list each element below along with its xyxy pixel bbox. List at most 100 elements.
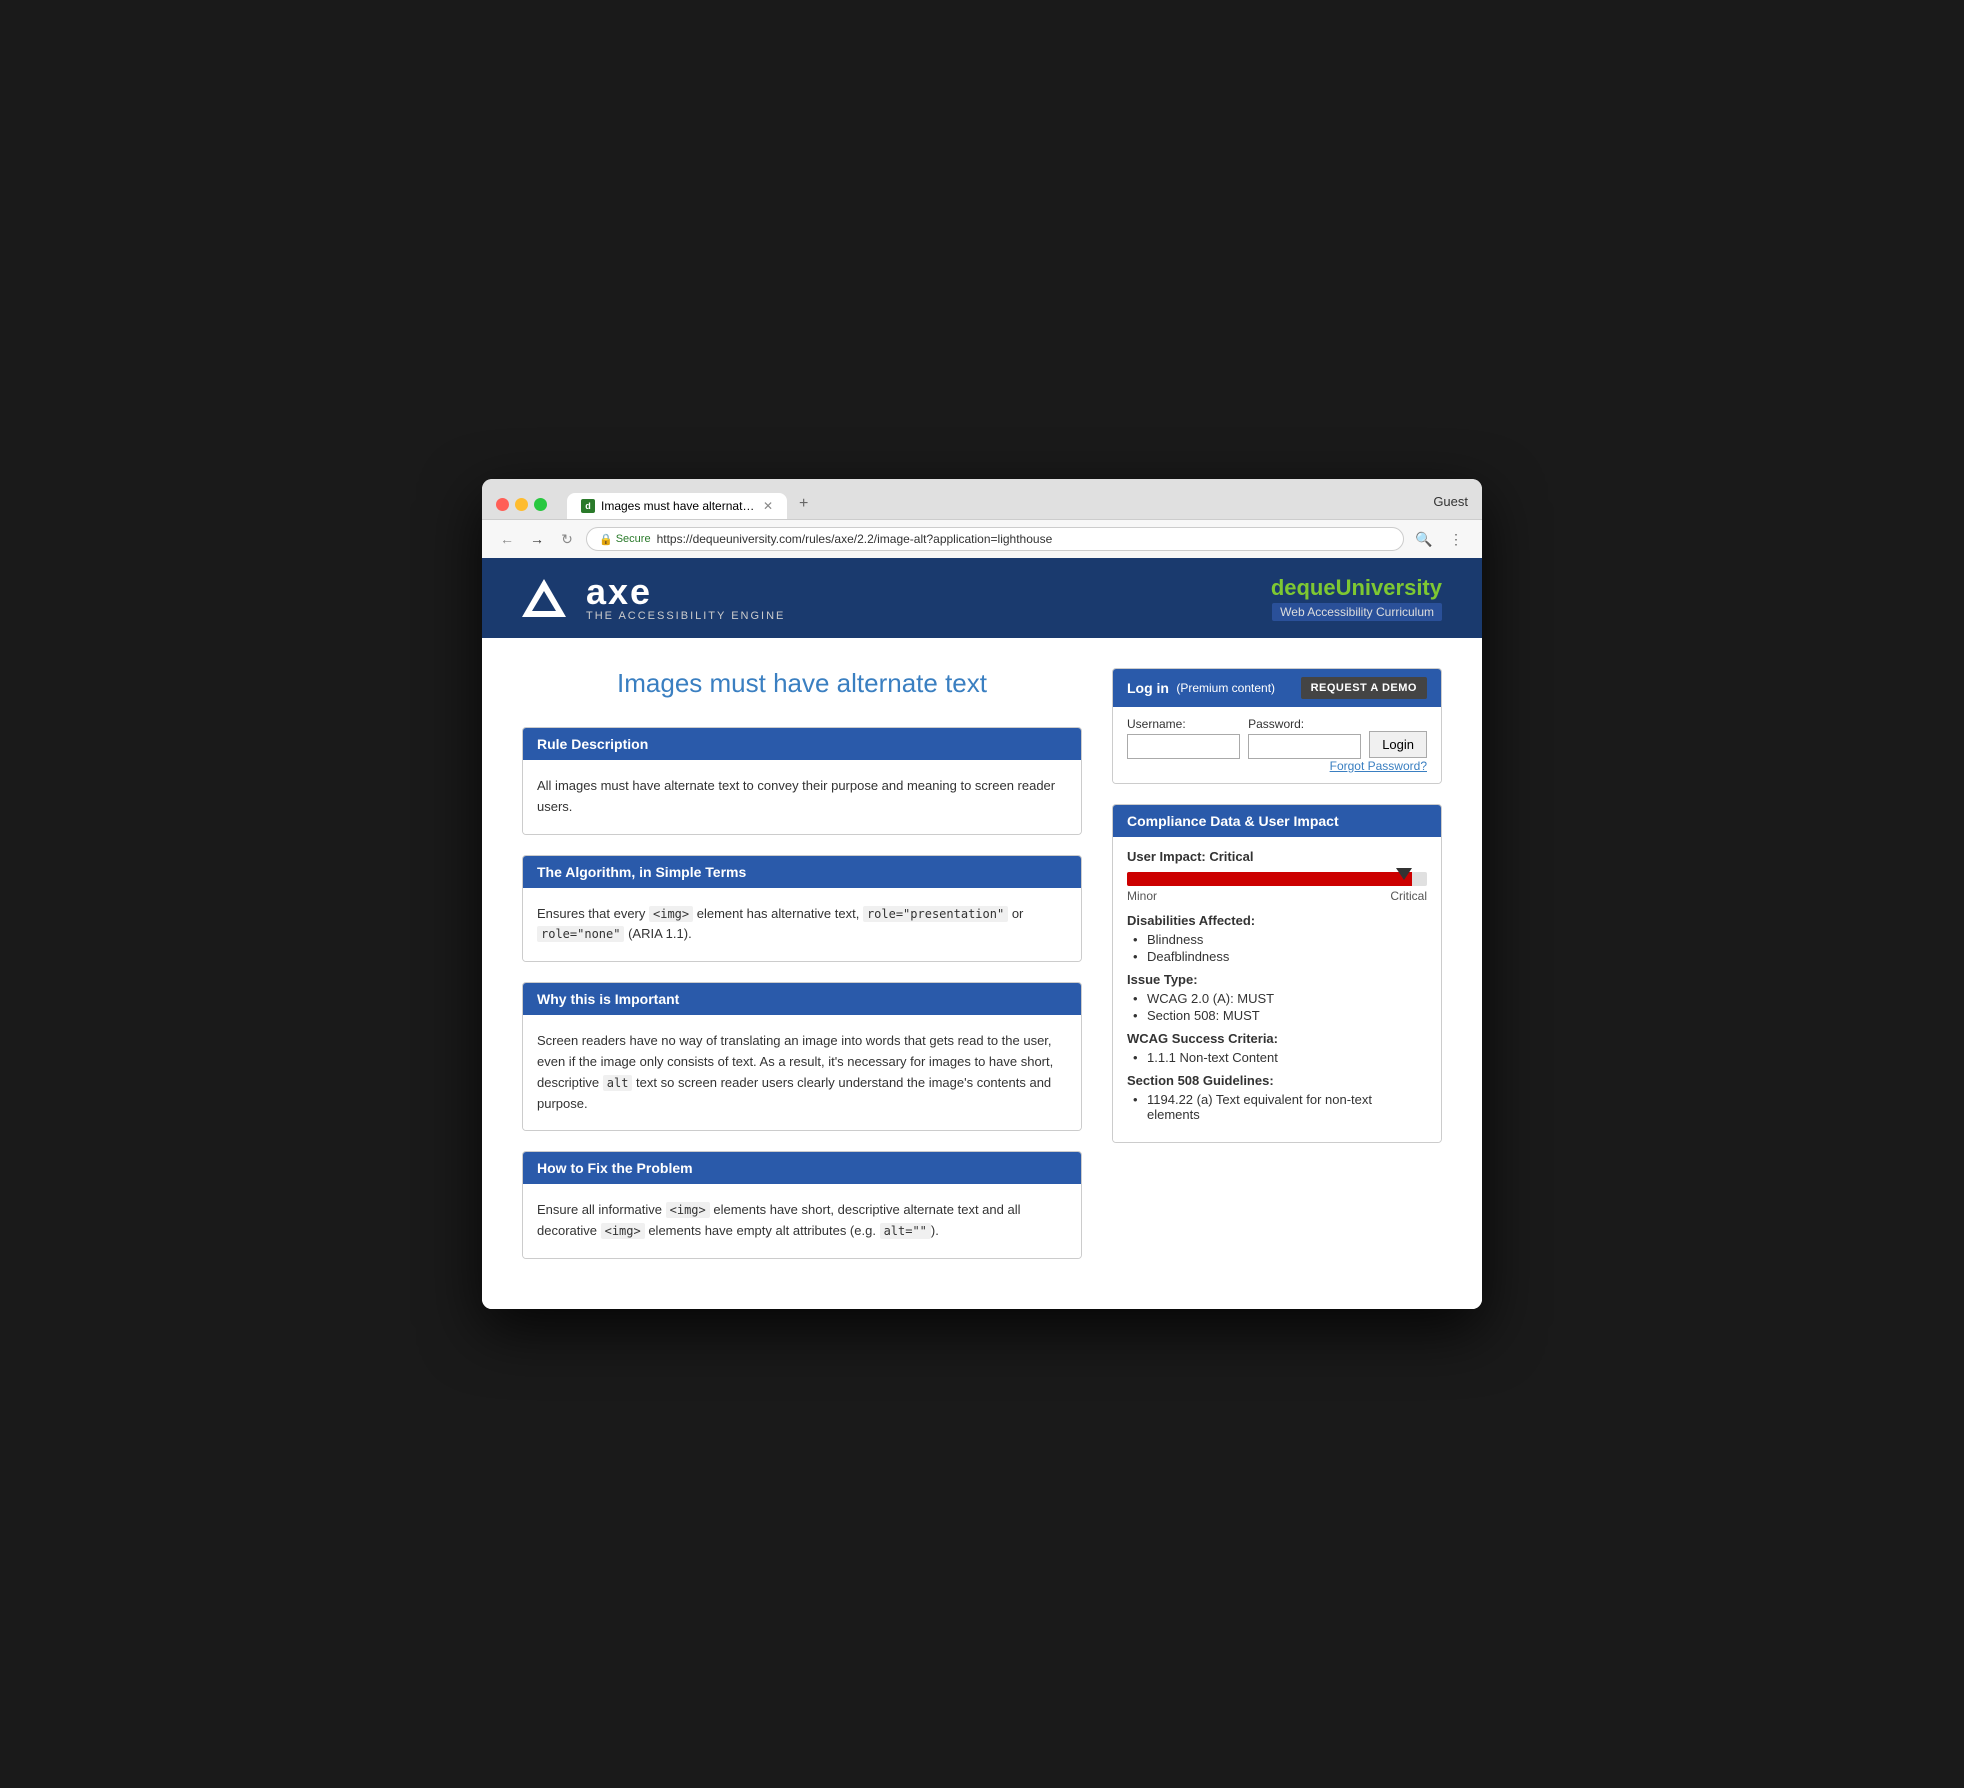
browser-addressbar: ← → ↻ 🔒 Secure https://dequeuniversity.c… [482, 519, 1482, 558]
browser-titlebar: d Images must have alternate te... ✕ + G… [482, 479, 1482, 519]
main-area: Images must have alternate text Rule Des… [482, 638, 1482, 1309]
impact-labels: Minor Critical [1127, 889, 1427, 903]
list-item: 1194.22 (a) Text equivalent for non-text… [1147, 1092, 1427, 1122]
password-label: Password: [1248, 717, 1361, 731]
page-content: axe THE ACCESSIBILITY ENGINE dequeUniver… [482, 558, 1482, 1309]
username-input[interactable] [1127, 734, 1240, 759]
axe-logo: axe THE ACCESSIBILITY ENGINE [522, 574, 785, 622]
tab-close-icon[interactable]: ✕ [763, 499, 773, 513]
issue-type-list: WCAG 2.0 (A): MUST Section 508: MUST [1127, 991, 1427, 1023]
url-full: https://dequeuniversity.com/rules/axe/2.… [657, 532, 1053, 546]
close-button[interactable] [496, 498, 509, 511]
address-bar[interactable]: 🔒 Secure https://dequeuniversity.com/rul… [586, 527, 1404, 551]
impact-slider-thumb-icon [1396, 868, 1412, 880]
forward-button[interactable]: → [526, 528, 548, 550]
secure-text: Secure [616, 533, 651, 545]
disabilities-section: Disabilities Affected: Blindness Deafbli… [1127, 913, 1427, 964]
new-tab-button[interactable]: + [787, 489, 820, 519]
section508-section: Section 508 Guidelines: 1194.22 (a) Text… [1127, 1073, 1427, 1122]
section508-title: Section 508 Guidelines: [1127, 1073, 1427, 1088]
list-item: Deafblindness [1147, 949, 1427, 964]
compliance-box: Compliance Data & User Impact User Impac… [1112, 804, 1442, 1143]
list-item: Section 508: MUST [1147, 1008, 1427, 1023]
axe-triangle-container [522, 579, 566, 617]
left-column: Images must have alternate text Rule Des… [522, 668, 1082, 1279]
axe-brand-name: axe [586, 574, 785, 610]
rule-description-body: All images must have alternate text to c… [523, 760, 1081, 834]
tab-title: Images must have alternate te... [601, 499, 757, 513]
how-to-fix-header: How to Fix the Problem [523, 1152, 1081, 1184]
algorithm-header: The Algorithm, in Simple Terms [523, 856, 1081, 888]
axe-triangle-icon [522, 579, 566, 617]
issue-type-title: Issue Type: [1127, 972, 1427, 987]
why-important-header: Why this is Important [523, 983, 1081, 1015]
alt-code: alt [603, 1075, 633, 1091]
browser-window: d Images must have alternate te... ✕ + G… [482, 479, 1482, 1309]
minimize-button[interactable] [515, 498, 528, 511]
maximize-button[interactable] [534, 498, 547, 511]
disabilities-title: Disabilities Affected: [1127, 913, 1427, 928]
role-none-code: role="none" [537, 926, 624, 942]
login-body: Username: Password: Login Forgot Passwor… [1113, 707, 1441, 783]
axe-brand-subtitle: THE ACCESSIBILITY ENGINE [586, 610, 785, 622]
alt-empty-code: alt="" [880, 1223, 931, 1239]
list-item: Blindness [1147, 932, 1427, 947]
impact-slider-track [1127, 872, 1427, 886]
compliance-body: User Impact: Critical Minor Critical [1113, 837, 1441, 1142]
username-field: Username: [1127, 717, 1240, 759]
img-code-fix: <img> [666, 1202, 710, 1218]
impact-max-label: Critical [1390, 889, 1427, 903]
issue-type-section: Issue Type: WCAG 2.0 (A): MUST Section 5… [1127, 972, 1427, 1023]
deque-logo-right: University [1336, 575, 1442, 600]
password-input[interactable] [1248, 734, 1361, 759]
search-button[interactable]: 🔍 [1412, 527, 1436, 551]
username-label: Username: [1127, 717, 1240, 731]
why-important-section: Why this is Important Screen readers hav… [522, 982, 1082, 1131]
login-fields-row: Username: Password: Login [1127, 717, 1427, 759]
compliance-header: Compliance Data & User Impact [1113, 805, 1441, 837]
url-display: https://dequeuniversity.com/rules/axe/2.… [657, 532, 1053, 546]
section508-list: 1194.22 (a) Text equivalent for non-text… [1127, 1092, 1427, 1122]
login-header: Log in (Premium content) REQUEST A DEMO [1113, 669, 1441, 707]
password-field: Password: [1248, 717, 1361, 759]
algorithm-section: The Algorithm, in Simple Terms Ensures t… [522, 855, 1082, 963]
how-to-fix-section: How to Fix the Problem Ensure all inform… [522, 1151, 1082, 1259]
wcag-list: 1.1.1 Non-text Content [1127, 1050, 1427, 1065]
list-item: WCAG 2.0 (A): MUST [1147, 991, 1427, 1006]
deque-logo-text: dequeUniversity [1271, 575, 1442, 601]
back-button[interactable]: ← [496, 528, 518, 550]
deque-university-logo: dequeUniversity Web Accessibility Curric… [1271, 575, 1442, 621]
guest-label: Guest [1433, 494, 1468, 515]
user-impact-label: User Impact: Critical [1127, 849, 1427, 864]
login-subtitle: (Premium content) [1173, 681, 1275, 695]
secure-badge: 🔒 Secure [599, 533, 651, 546]
list-item: 1.1.1 Non-text Content [1147, 1050, 1427, 1065]
wcag-title: WCAG Success Criteria: [1127, 1031, 1427, 1046]
login-header-left: Log in (Premium content) [1127, 680, 1275, 696]
active-tab[interactable]: d Images must have alternate te... ✕ [567, 493, 787, 519]
login-button[interactable]: Login [1369, 731, 1427, 758]
axe-text: axe THE ACCESSIBILITY ENGINE [586, 574, 785, 622]
why-important-body: Screen readers have no way of translatin… [523, 1015, 1081, 1130]
tab-favicon-icon: d [581, 499, 595, 513]
how-to-fix-body: Ensure all informative <img> elements ha… [523, 1184, 1081, 1258]
login-title: Log in [1127, 680, 1169, 696]
site-header: axe THE ACCESSIBILITY ENGINE dequeUniver… [482, 558, 1482, 638]
rule-description-header: Rule Description [523, 728, 1081, 760]
impact-slider: Minor Critical [1127, 872, 1427, 903]
tab-bar: d Images must have alternate te... ✕ + [567, 489, 1423, 519]
request-demo-button[interactable]: REQUEST A DEMO [1301, 677, 1427, 699]
img-tag-code: <img> [649, 906, 693, 922]
img-code-decorative: <img> [601, 1223, 645, 1239]
menu-button[interactable]: ⋮ [1444, 527, 1468, 551]
lock-icon: 🔒 [599, 533, 613, 546]
forgot-password-link[interactable]: Forgot Password? [1127, 759, 1427, 773]
rule-description-section: Rule Description All images must have al… [522, 727, 1082, 835]
algorithm-body: Ensures that every <img> element has alt… [523, 888, 1081, 962]
deque-logo-left: deque [1271, 575, 1336, 600]
traffic-lights [496, 498, 547, 511]
refresh-button[interactable]: ↻ [556, 528, 578, 550]
disabilities-list: Blindness Deafblindness [1127, 932, 1427, 964]
impact-slider-fill [1127, 872, 1412, 886]
login-box: Log in (Premium content) REQUEST A DEMO … [1112, 668, 1442, 784]
